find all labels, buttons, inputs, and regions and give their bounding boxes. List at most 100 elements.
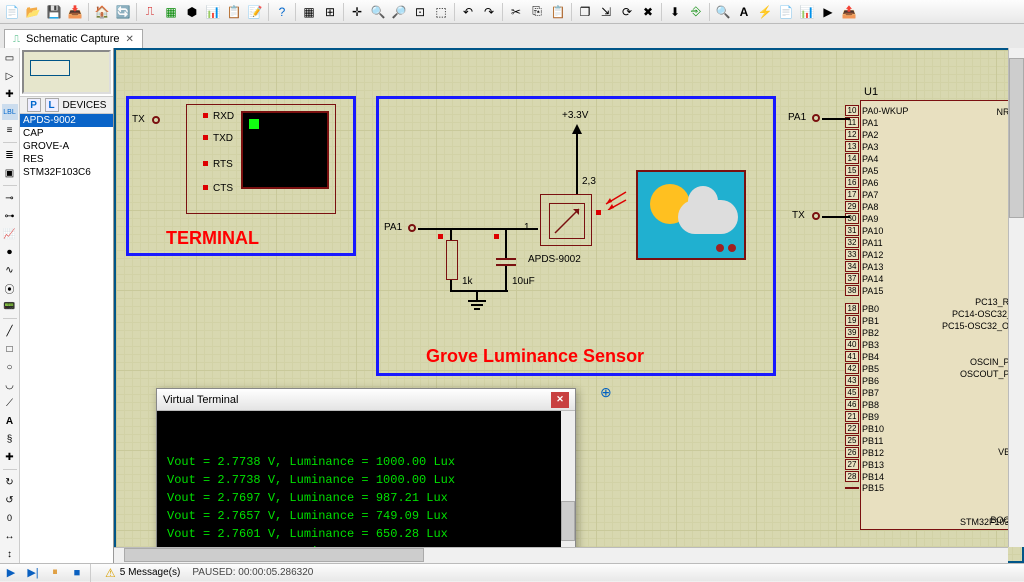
- save-icon[interactable]: 💾: [44, 2, 64, 22]
- library-icon[interactable]: ⎆: [686, 2, 706, 22]
- library-device-icon[interactable]: L: [45, 98, 59, 112]
- device-item[interactable]: GROVE-A: [20, 140, 113, 153]
- pa1-terminal[interactable]: [408, 224, 416, 232]
- bom-icon[interactable]: 📋: [224, 2, 244, 22]
- home-icon[interactable]: 🏠: [92, 2, 112, 22]
- pa1-mcu-terminal[interactable]: [812, 114, 820, 122]
- schematic-icon[interactable]: ⎍: [140, 2, 160, 22]
- mcu-pin[interactable]: 25PB11: [845, 435, 883, 446]
- mcu-pin[interactable]: 30PA9: [845, 213, 878, 224]
- device-item[interactable]: APDS-9002: [20, 114, 113, 127]
- mcu-pin[interactable]: 27PB13: [845, 459, 884, 470]
- step-icon[interactable]: ▶|: [22, 565, 44, 581]
- mcu-pin[interactable]: 21PB9: [845, 411, 879, 422]
- new-icon[interactable]: 📄: [2, 2, 22, 22]
- box-icon[interactable]: □: [2, 341, 18, 357]
- arc-icon[interactable]: ◡: [2, 377, 18, 393]
- center-icon[interactable]: ✛: [347, 2, 367, 22]
- export-icon[interactable]: 📤: [839, 2, 859, 22]
- rotate-ccw-icon[interactable]: ↺: [2, 492, 18, 508]
- mcu-pin[interactable]: 13PA3: [845, 141, 878, 152]
- mcu-pin[interactable]: 45PB7: [845, 387, 879, 398]
- canvas-scrollbar-h[interactable]: [114, 547, 1008, 563]
- mcu-pin[interactable]: 34PA13: [845, 261, 883, 272]
- refresh-icon[interactable]: 🔄: [113, 2, 133, 22]
- snap-icon[interactable]: ⊞: [320, 2, 340, 22]
- device-item[interactable]: STM32F103C6: [20, 166, 113, 179]
- mcu-pin[interactable]: 31PA10: [845, 225, 883, 236]
- bus-icon[interactable]: ≣: [2, 147, 18, 163]
- terminal-icon[interactable]: ⊸: [2, 190, 18, 206]
- component-icon[interactable]: ▷: [2, 68, 18, 84]
- mcu-pin[interactable]: 19PB1: [845, 315, 879, 326]
- tape-icon[interactable]: ⏺: [2, 244, 18, 260]
- text2-icon[interactable]: A: [2, 413, 18, 429]
- virtual-terminal-component[interactable]: RXD TXD RTS CTS: [186, 104, 336, 214]
- mcu-pin[interactable]: 15PA5: [845, 165, 878, 176]
- pick-icon[interactable]: ⬇: [665, 2, 685, 22]
- mcu-pin[interactable]: 22PB10: [845, 423, 884, 434]
- mcu-pin[interactable]: 10PA0-WKUP: [845, 105, 908, 116]
- vt-output[interactable]: Vout = 2.7738 V, Luminance = 1000.00 Lux…: [157, 411, 575, 559]
- mcu-pin[interactable]: 38PA15: [845, 285, 883, 296]
- overview-panel[interactable]: [22, 50, 111, 94]
- graph-icon[interactable]: 📈: [2, 226, 18, 242]
- device-list[interactable]: APDS-9002 CAP GROVE-A RES STM32F103C6: [20, 114, 113, 563]
- mcu-pin[interactable]: 40PB3: [845, 339, 879, 350]
- redo-icon[interactable]: ↷: [479, 2, 499, 22]
- circle-icon[interactable]: ○: [2, 359, 18, 375]
- subcircuit-icon[interactable]: ▣: [2, 165, 18, 181]
- report-icon[interactable]: 📊: [797, 2, 817, 22]
- mcu-pin[interactable]: 32PA11: [845, 237, 883, 248]
- mcu-pin[interactable]: 11PA1: [845, 117, 878, 128]
- pin-icon[interactable]: ⊶: [2, 208, 18, 224]
- undo-icon[interactable]: ↶: [458, 2, 478, 22]
- overview-viewport[interactable]: [30, 60, 70, 76]
- mcu-pin[interactable]: 16PA6: [845, 177, 878, 188]
- vt-scrollbar[interactable]: [561, 411, 575, 559]
- zoom-out-icon[interactable]: 🔎: [389, 2, 409, 22]
- import-icon[interactable]: 📥: [65, 2, 85, 22]
- zoom-in-icon[interactable]: 🔍: [368, 2, 388, 22]
- mcu-pa1-net[interactable]: PA1: [788, 112, 806, 123]
- rotate-cw-icon[interactable]: ↻: [2, 474, 18, 490]
- mcu-pin[interactable]: 41PB4: [845, 351, 879, 362]
- pause-icon[interactable]: ⏸: [44, 565, 66, 581]
- mcu-pin[interactable]: 46PB8: [845, 399, 879, 410]
- tx-mcu-terminal[interactable]: [812, 212, 820, 220]
- pcb-icon[interactable]: ▦: [161, 2, 181, 22]
- mcu-pin[interactable]: 37PA14: [845, 273, 883, 284]
- zoom-area-icon[interactable]: ⬚: [431, 2, 451, 22]
- open-icon[interactable]: 📂: [23, 2, 43, 22]
- close-icon[interactable]: ✕: [551, 392, 569, 408]
- zoom-fit-icon[interactable]: ⊡: [410, 2, 430, 22]
- device-item[interactable]: CAP: [20, 127, 113, 140]
- note-icon[interactable]: 📝: [245, 2, 265, 22]
- block-delete-icon[interactable]: ✖: [638, 2, 658, 22]
- mcu-pin[interactable]: 26PB12: [845, 447, 884, 458]
- mcu-chip[interactable]: 10PA0-WKUP11PA112PA213PA314PA415PA516PA6…: [860, 100, 1024, 530]
- probe-icon[interactable]: ⦿: [2, 280, 18, 296]
- mcu-pin[interactable]: 42PB5: [845, 363, 879, 374]
- mcu-pin[interactable]: 29PA8: [845, 201, 878, 212]
- compile-icon[interactable]: ▶: [818, 2, 838, 22]
- help-icon[interactable]: ?: [272, 2, 292, 22]
- text-script-icon[interactable]: ≡: [2, 122, 18, 138]
- gerber-icon[interactable]: 📊: [203, 2, 223, 22]
- block-move-icon[interactable]: ⇲: [596, 2, 616, 22]
- 3d-icon[interactable]: ⬢: [182, 2, 202, 22]
- symbol-icon[interactable]: §: [2, 431, 18, 447]
- mcu-pin[interactable]: 39PB2: [845, 327, 879, 338]
- mirror-h-icon[interactable]: ↔: [2, 528, 18, 544]
- instrument-icon[interactable]: 📟: [2, 298, 18, 314]
- tx-terminal[interactable]: [152, 116, 160, 124]
- path-icon[interactable]: ⟋: [2, 395, 18, 411]
- play-icon[interactable]: ▶: [0, 565, 22, 581]
- block-rotate-icon[interactable]: ⟳: [617, 2, 637, 22]
- mcu-pin[interactable]: 28PB14: [845, 471, 884, 482]
- mcu-pin[interactable]: 33PA12: [845, 249, 883, 260]
- mcu-pin[interactable]: 12PA2: [845, 129, 878, 140]
- junction-icon[interactable]: ✚: [2, 86, 18, 102]
- close-icon[interactable]: ✕: [126, 34, 134, 45]
- device-item[interactable]: RES: [20, 153, 113, 166]
